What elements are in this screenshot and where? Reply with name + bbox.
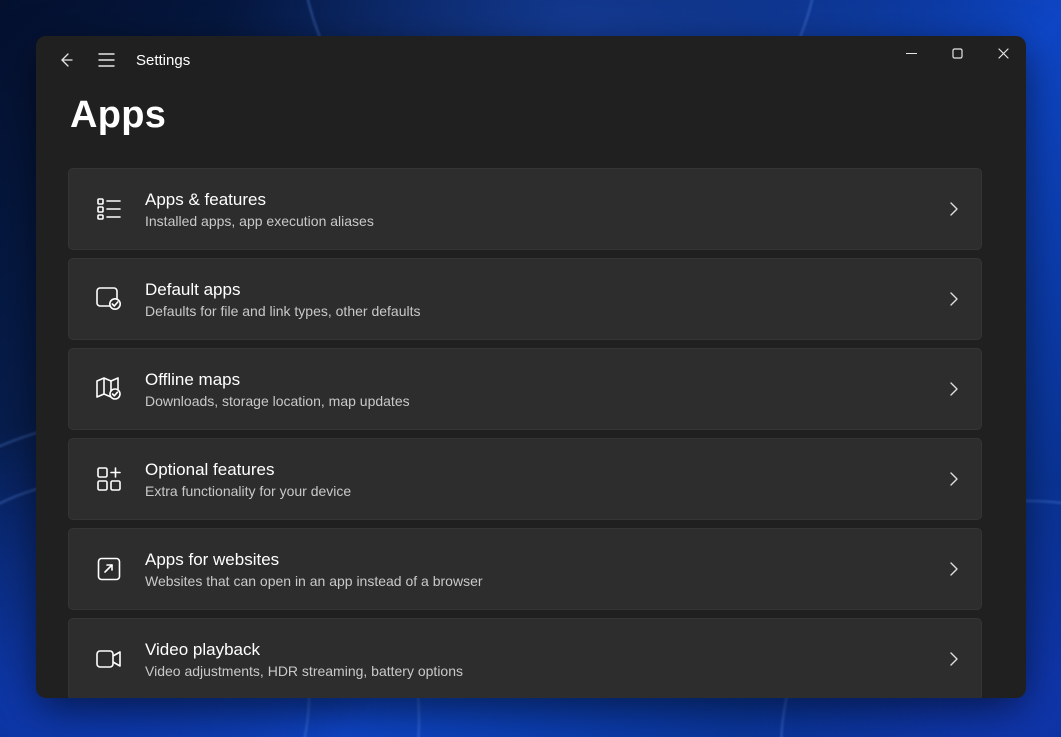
chevron-right-icon (949, 291, 959, 307)
video-icon (91, 649, 127, 669)
settings-item-apps-websites[interactable]: Apps for websites Websites that can open … (68, 528, 982, 610)
apps-list-icon (91, 198, 127, 220)
chevron-right-icon (949, 381, 959, 397)
arrow-left-icon (58, 52, 74, 68)
close-icon (998, 48, 1009, 59)
item-text: Default apps Defaults for file and link t… (145, 280, 949, 319)
item-title: Optional features (145, 460, 949, 480)
item-text: Offline maps Downloads, storage location,… (145, 370, 949, 409)
minimize-icon (906, 48, 917, 59)
item-title: Offline maps (145, 370, 949, 390)
chevron-right-icon (949, 651, 959, 667)
default-icon (91, 287, 127, 311)
item-text: Video playback Video adjustments, HDR str… (145, 640, 949, 679)
item-subtitle: Defaults for file and link types, other … (145, 303, 949, 319)
item-subtitle: Downloads, storage location, map updates (145, 393, 949, 409)
item-title: Apps for websites (145, 550, 949, 570)
titlebar: Settings (36, 36, 1026, 84)
settings-item-default-apps[interactable]: Default apps Defaults for file and link t… (68, 258, 982, 340)
item-title: Apps & features (145, 190, 949, 210)
item-title: Video playback (145, 640, 949, 660)
minimize-button[interactable] (888, 36, 934, 70)
settings-item-video-playback[interactable]: Video playback Video adjustments, HDR str… (68, 618, 982, 698)
settings-item-apps-features[interactable]: Apps & features Installed apps, app execu… (68, 168, 982, 250)
item-subtitle: Video adjustments, HDR streaming, batter… (145, 663, 949, 679)
item-subtitle: Extra functionality for your device (145, 483, 949, 499)
hamburger-icon (98, 53, 115, 67)
page-title: Apps (36, 84, 1026, 137)
maximize-icon (952, 48, 963, 59)
settings-list[interactable]: Apps & features Installed apps, app execu… (36, 152, 1026, 698)
maximize-button[interactable] (934, 36, 980, 70)
plus-grid-icon (91, 467, 127, 491)
item-title: Default apps (145, 280, 949, 300)
nav-menu-button[interactable] (86, 40, 126, 80)
item-subtitle: Websites that can open in an app instead… (145, 573, 949, 589)
close-button[interactable] (980, 36, 1026, 70)
chevron-right-icon (949, 201, 959, 217)
item-text: Apps for websites Websites that can open … (145, 550, 949, 589)
chevron-right-icon (949, 471, 959, 487)
window-title: Settings (136, 52, 190, 69)
content-area: Apps Apps & features Installed apps, app … (36, 84, 1026, 698)
item-text: Optional features Extra functionality for… (145, 460, 949, 499)
window-controls (888, 36, 1026, 84)
settings-item-optional-features[interactable]: Optional features Extra functionality for… (68, 438, 982, 520)
settings-item-offline-maps[interactable]: Offline maps Downloads, storage location,… (68, 348, 982, 430)
website-icon (91, 557, 127, 581)
back-button[interactable] (46, 40, 86, 80)
item-text: Apps & features Installed apps, app execu… (145, 190, 949, 229)
item-subtitle: Installed apps, app execution aliases (145, 213, 949, 229)
map-icon (91, 377, 127, 401)
chevron-right-icon (949, 561, 959, 577)
settings-window: Settings Apps Apps & features Installed a… (36, 36, 1026, 698)
